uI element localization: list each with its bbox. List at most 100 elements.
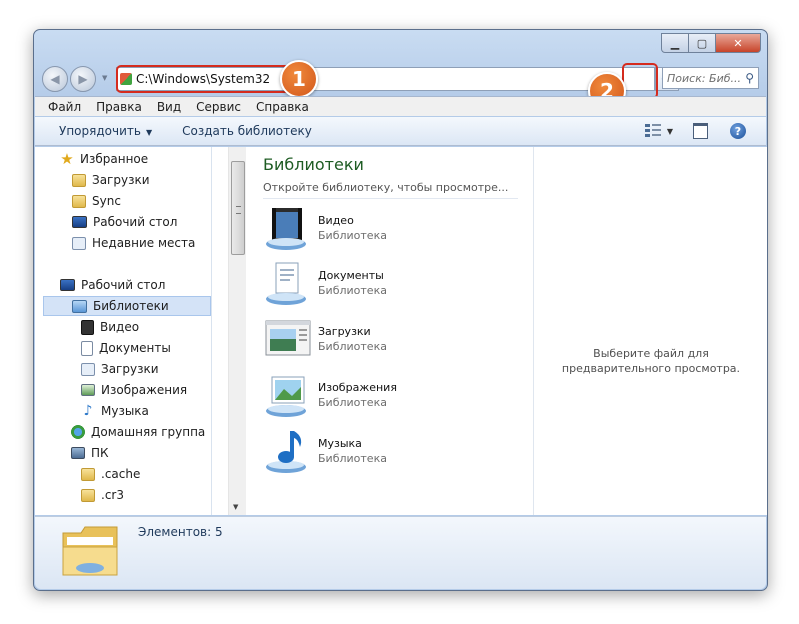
nav-downloads[interactable]: Загрузки — [72, 170, 150, 190]
callout-2-highlight — [622, 63, 658, 99]
library-type: Библиотека — [318, 452, 387, 465]
item-count: Элементов: 5 — [138, 525, 223, 539]
libraries-title: Библиотеки — [263, 155, 364, 174]
pictures-library-icon — [266, 376, 306, 417]
nav-favorites[interactable]: ★ Избранное — [60, 149, 148, 169]
libraries-subtitle: Откройте библиотеку, чтобы просмотре... — [263, 181, 509, 194]
forward-button[interactable]: ▶ — [70, 66, 96, 92]
recent-pages-dropdown[interactable]: ▼ — [102, 74, 107, 82]
nav-label: .cache — [101, 467, 141, 481]
nav-label: Загрузки — [92, 173, 150, 187]
nav-folder-cr3[interactable]: .cr3 — [81, 485, 124, 505]
command-bar: Упорядочить ▼ Создать библиотеку ▼ ? — [35, 117, 766, 146]
scrollbar-thumb[interactable] — [231, 161, 245, 255]
minimize-button[interactable]: ▁ — [661, 33, 689, 53]
navigation-scrollbar[interactable]: ▼ — [228, 147, 246, 515]
recent-places-icon — [72, 236, 86, 250]
video-library-icon — [266, 208, 306, 250]
organize-button[interactable]: Упорядочить ▼ — [59, 124, 152, 138]
library-type: Библиотека — [318, 396, 387, 409]
library-downloads[interactable]: Загрузки Библиотека — [264, 317, 524, 367]
nav-recent-places[interactable]: Недавние места — [72, 233, 195, 253]
nav-label: Видео — [100, 320, 140, 334]
library-type: Библиотека — [318, 340, 387, 353]
desktop-icon — [72, 216, 87, 228]
preview-message: Выберите файл для предварительного просм… — [561, 347, 741, 375]
nav-label: Недавние места — [92, 236, 196, 250]
music-library-icon — [266, 431, 306, 473]
nav-label: Загрузки — [101, 362, 159, 376]
libraries-divider — [263, 198, 518, 199]
preview-pane: Выберите файл для предварительного просм… — [533, 147, 767, 515]
homegroup-icon — [71, 425, 85, 439]
search-input[interactable]: Поиск: Биб... ⚲ — [662, 67, 759, 89]
nav-downloads-lib[interactable]: Загрузки — [81, 359, 159, 379]
documents-library-icon — [266, 262, 306, 305]
nav-video[interactable]: Видео — [81, 317, 139, 337]
library-name: Музыка — [318, 437, 362, 450]
library-name: Изображения — [318, 381, 397, 394]
menu-view[interactable]: Вид — [157, 100, 181, 114]
view-options-dropdown[interactable]: ▼ — [667, 127, 673, 136]
menu-file[interactable]: Файл — [48, 100, 81, 114]
libraries-icon — [72, 299, 87, 313]
nav-label: Рабочий стол — [81, 278, 166, 292]
folder-icon — [81, 467, 95, 481]
menu-help[interactable]: Справка — [256, 100, 309, 114]
help-icon[interactable]: ? — [730, 123, 746, 139]
maximize-button[interactable]: ▢ — [689, 33, 716, 53]
grip-icon — [236, 206, 241, 214]
nav-label: Рабочий стол — [93, 215, 178, 229]
menu-bar: Файл Правка Вид Сервис Справка — [35, 96, 766, 116]
magnifier-icon: ⚲ — [745, 71, 754, 85]
details-pane: Элементов: 5 — [35, 516, 766, 589]
library-type: Библиотека — [318, 229, 387, 242]
explorer-window: ▁ ▢ ✕ ◀ ▶ ▼ C:\Windows\System32 → Поиск:… — [33, 29, 768, 591]
create-library-button[interactable]: Создать библиотеку — [182, 124, 312, 138]
change-view-icon[interactable] — [644, 124, 661, 138]
library-name: Видео — [318, 214, 354, 227]
preview-pane-icon[interactable] — [693, 123, 708, 139]
documents-icon — [81, 340, 93, 356]
nav-label: Музыка — [101, 404, 149, 418]
library-pictures[interactable]: Изображения Библиотека — [264, 373, 524, 423]
nav-desktop[interactable]: Рабочий стол — [60, 275, 165, 295]
folder-icon — [72, 194, 86, 208]
menu-edit[interactable]: Правка — [96, 100, 142, 114]
nav-documents[interactable]: Документы — [81, 338, 171, 358]
desktop-icon — [60, 279, 75, 291]
library-name: Документы — [318, 269, 384, 282]
back-button[interactable]: ◀ — [42, 66, 68, 92]
nav-label: Библиотеки — [93, 299, 169, 313]
organize-label: Упорядочить — [59, 124, 141, 138]
nav-folder-cache[interactable]: .cache — [81, 464, 140, 484]
nav-label: ПК — [91, 446, 109, 460]
nav-homegroup[interactable]: Домашняя группа — [71, 422, 205, 442]
downloads-icon — [81, 362, 95, 376]
library-music[interactable]: Музыка Библиотека — [264, 429, 524, 479]
nav-libraries[interactable]: Библиотеки — [43, 296, 211, 316]
pictures-icon — [81, 384, 95, 396]
library-type: Библиотека — [318, 284, 387, 297]
view-controls: ▼ ? — [644, 123, 746, 139]
libraries-folder-icon — [62, 526, 118, 576]
nav-pictures[interactable]: Изображения — [81, 380, 187, 400]
nav-sync[interactable]: Sync — [72, 191, 121, 211]
scroll-down-arrow-icon[interactable]: ▼ — [233, 503, 238, 511]
library-video[interactable]: Видео Библиотека — [264, 206, 524, 256]
menu-tools[interactable]: Сервис — [196, 100, 241, 114]
nav-label: Документы — [99, 341, 171, 355]
music-icon: ♪ — [83, 403, 93, 419]
search-placeholder: Поиск: Биб... — [667, 71, 742, 85]
star-icon: ★ — [60, 150, 74, 168]
navigation-pane: ★ Избранное Загрузки Sync Рабочий стол Не… — [35, 147, 212, 515]
close-button[interactable]: ✕ — [716, 33, 761, 53]
library-documents[interactable]: Документы Библиотека — [264, 261, 524, 311]
folder-icon — [81, 488, 95, 502]
nav-desktop-fav[interactable]: Рабочий стол — [72, 212, 177, 232]
nav-music[interactable]: ♪ Музыка — [81, 401, 149, 421]
computer-icon — [71, 447, 85, 459]
nav-computer[interactable]: ПК — [71, 443, 109, 463]
caption-buttons: ▁ ▢ ✕ — [661, 33, 761, 53]
folder-icon — [72, 173, 86, 187]
